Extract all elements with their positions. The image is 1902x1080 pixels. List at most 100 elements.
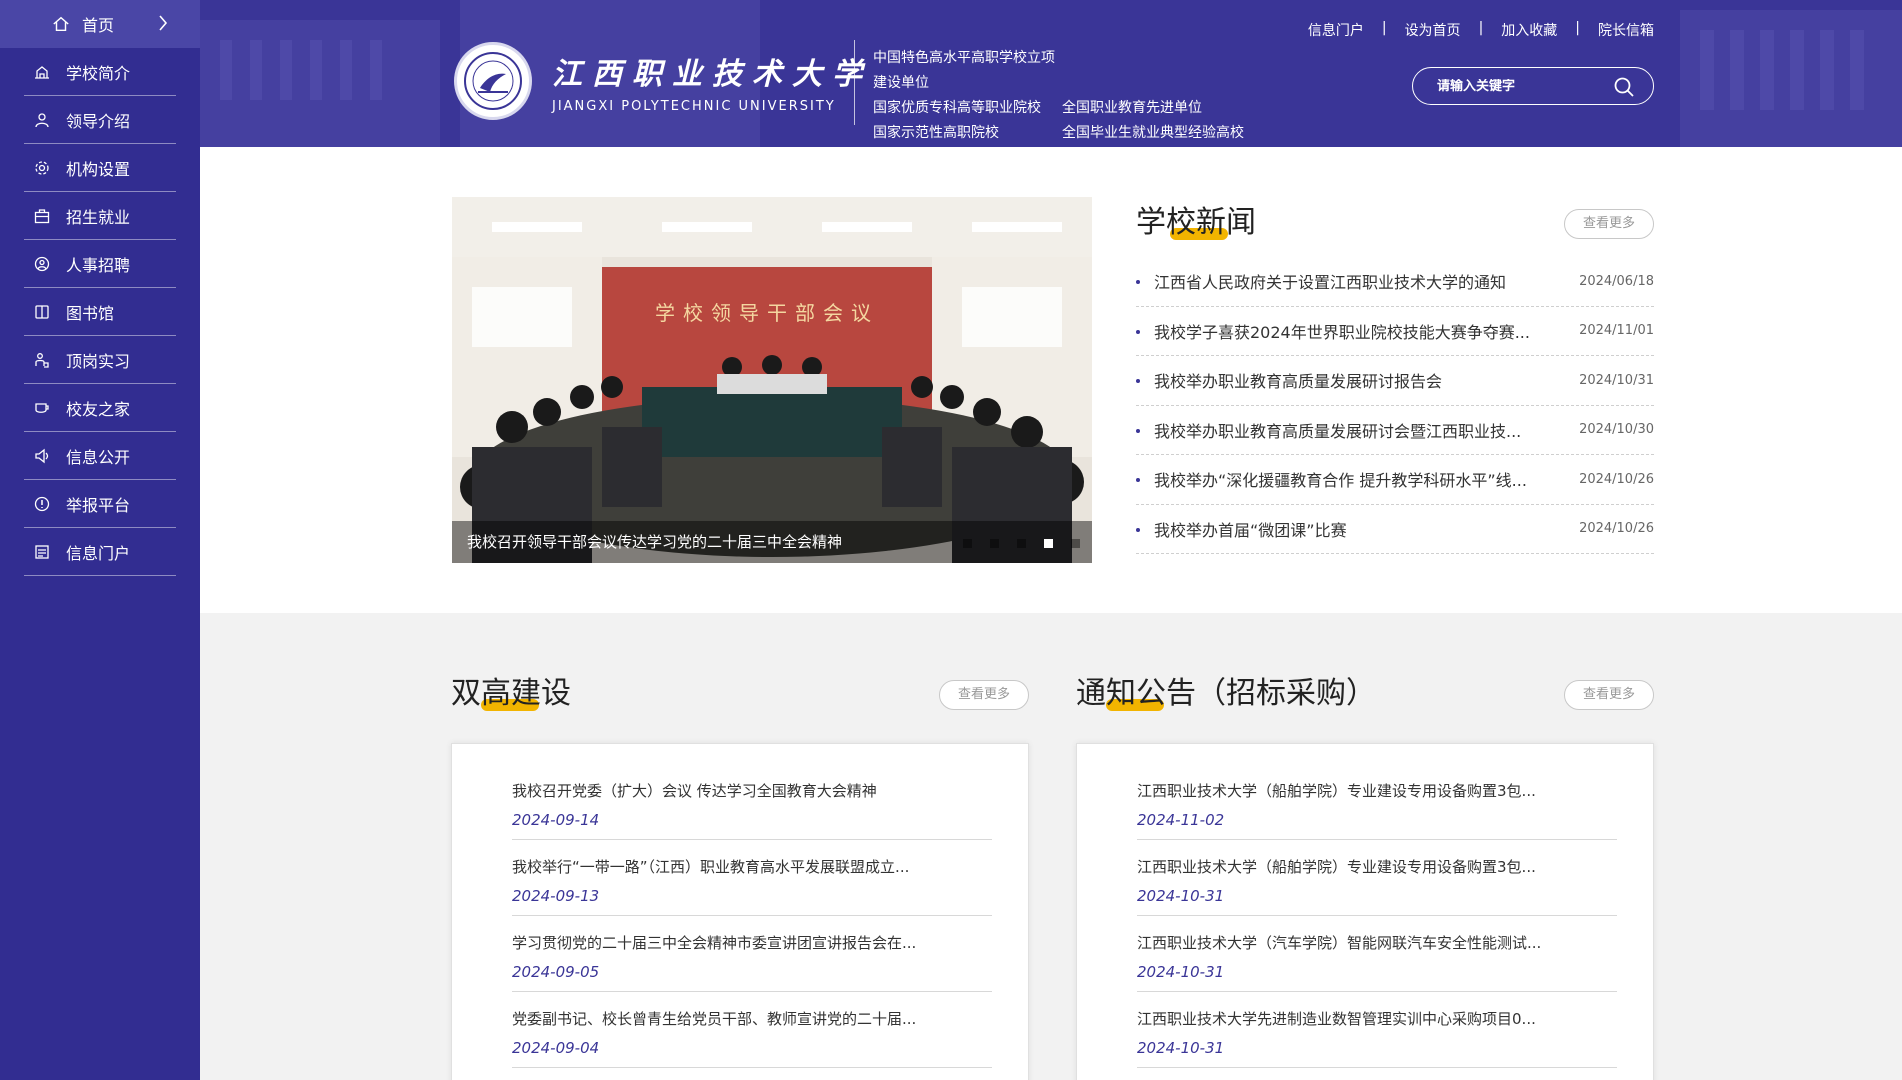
news-date: 2024/10/26 [1579, 521, 1654, 537]
section-title-text: 双高建设 [451, 676, 571, 711]
news-list: 江西省人民政府关于设置江西职业技术大学的通知 2024/06/18 我校学子喜获2… [1136, 257, 1654, 554]
list-item[interactable]: 党委副书记、校长曾青生给党员干部、教师宣讲党的二十届... 2024-09-04 [512, 992, 992, 1068]
list-item[interactable]: 我校举行“一带一路”（江西）职业教育高水平发展联盟成立... 2024-09-13 [512, 840, 992, 916]
view-more-button[interactable]: 查看更多 [1564, 680, 1654, 710]
list-item[interactable]: 江西职业技术大学（汽车学院）智能网联汽车安全性能测试... 2024-10-31 [1137, 916, 1617, 992]
sidebar-item-report[interactable]: 举报平台 [24, 480, 176, 528]
slider-dot[interactable] [1071, 539, 1080, 548]
honor-text: 中国特色高水平高职学校立项建设单位 [873, 50, 1055, 91]
slider-dot-active[interactable] [1044, 539, 1053, 548]
notice-card: 江西职业技术大学（船舶学院）专业建设专用设备购置3包... 2024-11-02 … [1076, 743, 1654, 1080]
bottom-section: 双高建设 查看更多 我校召开党委（扩大）会议 传达学习全国教育大会精神 2024-… [200, 613, 1902, 1080]
sidebar-item-label: 领导介绍 [66, 111, 131, 131]
news-item[interactable]: 我校举办职业教育高质量发展研讨会暨江西职业技... 2024/10/30 [1136, 406, 1654, 455]
list-item[interactable]: 学习贯彻党的二十届三中全会精神市委宣讲团宣讲报告会在... 2024-09-05 [512, 916, 992, 992]
header-divider [854, 40, 855, 125]
link-president-mailbox[interactable]: 院长信箱 [1598, 20, 1654, 40]
school-emblem-icon [454, 42, 532, 120]
link-info-portal[interactable]: 信息门户 [1308, 20, 1364, 40]
list-item[interactable]: 江西职业技术大学（船舶学院）专业建设专用设备购置3包... 2024-10-31 [1137, 840, 1617, 916]
news-title: 我校举办职业教育高质量发展研讨会暨江西职业技... [1154, 421, 1522, 441]
search-box [1412, 67, 1654, 105]
list-item[interactable]: 我校召开党委（扩大）会议 传达学习全国教育大会精神 2024-09-14 [512, 764, 992, 840]
gear-icon [35, 160, 49, 175]
news-item[interactable]: 我校举办职业教育高质量发展研讨报告会 2024/10/31 [1136, 356, 1654, 406]
news-date: 2024/11/01 [1579, 323, 1654, 339]
news-title: 江西省人民政府关于设置江西职业技术大学的通知 [1154, 273, 1507, 293]
separator: | [1381, 20, 1387, 36]
sidebar-item-label: 机构设置 [66, 159, 131, 179]
slider-dot[interactable] [1017, 539, 1026, 548]
shuanggao-card: 我校召开党委（扩大）会议 传达学习全国教育大会精神 2024-09-14 我校举行… [451, 743, 1029, 1080]
sidebar-home[interactable]: 首页 [0, 0, 200, 48]
school-name-cn: 江西职业技术大学 [552, 56, 872, 92]
sidebar-item-label: 校友之家 [66, 399, 131, 419]
sidebar-item-admission[interactable]: 招生就业 [24, 192, 176, 240]
sidebar-item-label: 招生就业 [66, 207, 131, 227]
slider-banner-text: 学校领导干部会议 [655, 301, 879, 325]
sidebar-item-leaders[interactable]: 领导介绍 [24, 96, 176, 144]
user-circle-icon [34, 256, 50, 271]
sidebar-item-label: 人事招聘 [66, 255, 131, 275]
sidebar-item-library[interactable]: 图书馆 [24, 288, 176, 336]
item-date: 2024-11-02 [1137, 811, 1225, 829]
news-item[interactable]: 我校举办“深化援疆教育合作 提升教学科研水平”线... 2024/10/26 [1136, 455, 1654, 505]
slider-photo: 学校领导干部会议 [452, 197, 1092, 563]
honor-text: 全国职业教育先进单位 [1062, 100, 1202, 116]
list-item[interactable]: 江西职业技术大学（船舶学院）专业建设专用设备购置3包... 2024-11-02 [1137, 764, 1617, 840]
slider-dot[interactable] [963, 539, 972, 548]
news-item[interactable]: 江西省人民政府关于设置江西职业技术大学的通知 2024/06/18 [1136, 257, 1654, 307]
search-input[interactable] [1437, 78, 1607, 94]
item-title: 江西职业技术大学（船舶学院）专业建设专用设备购置3包... [1137, 782, 1536, 800]
section-title-text: 通知公告（招标采购） [1076, 676, 1376, 711]
search-icon[interactable] [1613, 76, 1635, 98]
news-title: 我校举办“深化援疆教育合作 提升教学科研水平”线... [1154, 471, 1527, 491]
item-date: 2024-10-31 [1137, 963, 1225, 981]
sidebar-item-label: 举报平台 [66, 495, 131, 515]
section-title: 学校新闻 [1136, 197, 1256, 241]
sidebar-item-alumni[interactable]: 校友之家 [24, 384, 176, 432]
item-title: 江西职业技术大学（船舶学院）专业建设专用设备购置3包... [1137, 858, 1536, 876]
section-title-text: 学校新闻 [1136, 205, 1256, 240]
link-set-homepage[interactable]: 设为首页 [1405, 20, 1461, 40]
list-item[interactable]: 江西职业技术大学先进制造业数智管理实训中心采购项目0... 2024-10-31 [1137, 992, 1617, 1068]
honor-text: 全国毕业生就业典型经验高校 [1062, 125, 1244, 141]
sidebar-item-label: 学校简介 [66, 63, 131, 83]
news-item[interactable]: 我校学子喜获2024年世界职业院校技能大赛争夺赛... 2024/11/01 [1136, 307, 1654, 356]
portal-icon [35, 544, 49, 559]
honors-list: 中国特色高水平高职学校立项建设单位 国家优质专科高等职业院校 全国职业教育先进单位… [873, 46, 1244, 146]
honor-text: 国家优质专科高等职业院校 [873, 100, 1041, 116]
news-date: 2024/10/26 [1579, 471, 1654, 487]
item-title: 党委副书记、校长曾青生给党员干部、教师宣讲党的二十届... [512, 1010, 917, 1028]
building-icon [35, 65, 49, 79]
speaker-icon [35, 448, 49, 463]
shuanggao-list: 我校召开党委（扩大）会议 传达学习全国教育大会精神 2024-09-14 我校举行… [452, 744, 1028, 1068]
sidebar-item-internship[interactable]: 顶岗实习 [24, 336, 176, 384]
shuanggao-column: 双高建设 查看更多 [451, 668, 1029, 712]
chevron-right-icon [159, 15, 168, 31]
news-item[interactable]: 我校举办首届“微团课”比赛 2024/10/26 [1136, 505, 1654, 554]
link-add-favorite[interactable]: 加入收藏 [1501, 20, 1557, 40]
view-more-button[interactable]: 查看更多 [939, 680, 1029, 710]
sidebar-item-recruitment[interactable]: 人事招聘 [24, 240, 176, 288]
school-name-en: JIANGXI POLYTECHNIC UNIVERSITY [552, 98, 836, 114]
item-date: 2024-10-31 [1137, 887, 1225, 905]
slider-dot[interactable] [990, 539, 999, 548]
sidebar-item-organization[interactable]: 机构设置 [24, 144, 176, 192]
item-date: 2024-09-13 [512, 887, 600, 905]
notice-list: 江西职业技术大学（船舶学院）专业建设专用设备购置3包... 2024-11-02 … [1077, 744, 1653, 1068]
photo-slider[interactable]: 学校领导干部会议 我校召开领导干部会议传达学习党的二十届三中全会精神 [452, 197, 1092, 563]
item-title: 我校召开党委（扩大）会议 传达学习全国教育大会精神 [512, 782, 877, 800]
separator: | [1478, 20, 1484, 36]
alert-icon [34, 496, 50, 511]
sidebar-item-disclosure[interactable]: 信息公开 [24, 432, 176, 480]
item-title: 学习贯彻党的二十届三中全会精神市委宣讲团宣讲报告会在... [512, 934, 917, 952]
news-title: 我校学子喜获2024年世界职业院校技能大赛争夺赛... [1154, 322, 1530, 342]
item-date: 2024-09-14 [512, 811, 600, 829]
sidebar-item-intro[interactable]: 学校简介 [24, 48, 176, 96]
view-more-button[interactable]: 查看更多 [1564, 209, 1654, 239]
sidebar-item-portal[interactable]: 信息门户 [24, 528, 176, 576]
school-logo[interactable]: 江西职业技术大学 JIANGXI POLYTECHNIC UNIVERSITY [454, 42, 872, 120]
sidebar-item-label: 信息门户 [66, 543, 131, 563]
sidebar-item-label: 信息公开 [66, 447, 131, 467]
